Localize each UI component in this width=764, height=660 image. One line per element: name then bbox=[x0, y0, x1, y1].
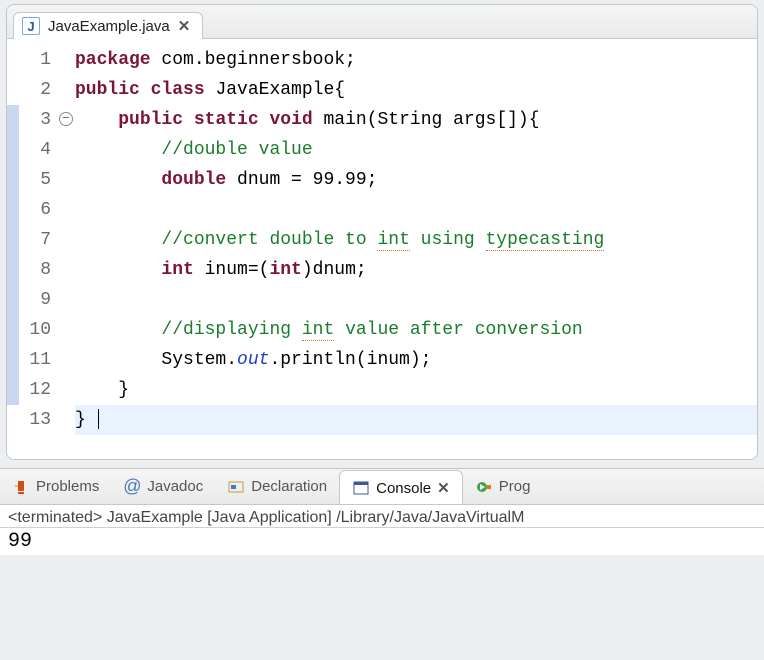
view-tabs: Problems @ Javadoc Declaration Console ✕ Prog bbox=[0, 469, 764, 505]
code-line[interactable]: System.out.println(inum); bbox=[75, 345, 757, 375]
code-line[interactable]: //convert double to int using typecastin… bbox=[75, 225, 757, 255]
gutter-marker bbox=[7, 255, 19, 285]
code-line[interactable] bbox=[75, 195, 757, 225]
code-line[interactable]: //displaying int value after conversion bbox=[75, 315, 757, 345]
editor-tab-bar: J JavaExample.java ✕ bbox=[7, 5, 757, 39]
line-number: 10 bbox=[19, 315, 51, 345]
line-number: 5 bbox=[19, 165, 51, 195]
bottom-pane: Problems@JavadocDeclarationConsole✕Prog … bbox=[0, 468, 764, 555]
line-number: 11 bbox=[19, 345, 51, 375]
line-number: 13 bbox=[19, 405, 51, 435]
code-line[interactable]: double dnum = 99.99; bbox=[75, 165, 757, 195]
gutter-marker bbox=[7, 195, 19, 225]
close-icon[interactable]: ✕ bbox=[437, 479, 450, 497]
line-number: 2 bbox=[19, 75, 51, 105]
close-icon[interactable]: ✕ bbox=[178, 17, 191, 35]
gutter-marker bbox=[7, 345, 19, 375]
tab-label: Javadoc bbox=[147, 478, 203, 495]
console-icon bbox=[352, 480, 370, 496]
code-line[interactable]: //double value bbox=[75, 135, 757, 165]
code-line[interactable]: public class JavaExample{ bbox=[75, 75, 757, 105]
tab-javadoc[interactable]: @ Javadoc bbox=[111, 469, 215, 504]
tab-label: Console bbox=[376, 480, 431, 497]
tab-label: Prog bbox=[499, 478, 531, 495]
tab-declaration[interactable]: Declaration bbox=[215, 469, 339, 504]
gutter-marker bbox=[7, 405, 19, 435]
at-icon: @ bbox=[123, 476, 141, 497]
gutter-marker bbox=[7, 75, 19, 105]
decl-icon bbox=[227, 479, 245, 495]
tab-label: Problems bbox=[36, 478, 99, 495]
fold-toggle-icon[interactable]: − bbox=[59, 112, 73, 126]
run-icon bbox=[475, 479, 493, 495]
code-editor[interactable]: 12345678910111213 − package com.beginner… bbox=[7, 39, 757, 459]
console-output: 99 bbox=[0, 527, 764, 555]
file-tab-label: JavaExample.java bbox=[48, 18, 170, 35]
tab-console[interactable]: Console ✕ bbox=[339, 470, 463, 505]
gutter-marker bbox=[7, 285, 19, 315]
java-file-icon: J bbox=[22, 17, 40, 35]
console-status: <terminated> JavaExample [Java Applicati… bbox=[0, 505, 764, 527]
line-number: 8 bbox=[19, 255, 51, 285]
tab-problems[interactable]: Problems bbox=[0, 469, 111, 504]
line-number: 12 bbox=[19, 375, 51, 405]
line-number: 1 bbox=[19, 45, 51, 75]
code-line[interactable]: package com.beginnersbook; bbox=[75, 45, 757, 75]
gutter-marker bbox=[7, 135, 19, 165]
code-line[interactable] bbox=[75, 285, 757, 315]
file-tab[interactable]: J JavaExample.java ✕ bbox=[13, 12, 203, 39]
tab-progress[interactable]: Prog bbox=[463, 469, 543, 504]
line-number: 9 bbox=[19, 285, 51, 315]
gutter-marker bbox=[7, 375, 19, 405]
code-line[interactable]: public static void main(String args[]){ bbox=[75, 105, 757, 135]
editor-pane: J JavaExample.java ✕ 12345678910111213 −… bbox=[6, 4, 758, 460]
code-line[interactable]: } bbox=[75, 375, 757, 405]
gutter-marker bbox=[7, 225, 19, 255]
line-number: 6 bbox=[19, 195, 51, 225]
gutter-marker bbox=[7, 315, 19, 345]
code-line[interactable]: } bbox=[75, 405, 757, 435]
warning-icon bbox=[12, 479, 30, 495]
gutter-marker bbox=[7, 105, 19, 135]
line-number: 7 bbox=[19, 225, 51, 255]
code-line[interactable]: int inum=(int)dnum; bbox=[75, 255, 757, 285]
tab-label: Declaration bbox=[251, 478, 327, 495]
gutter-marker bbox=[7, 45, 19, 75]
line-number: 3 bbox=[19, 105, 51, 135]
line-number: 4 bbox=[19, 135, 51, 165]
gutter-marker bbox=[7, 165, 19, 195]
